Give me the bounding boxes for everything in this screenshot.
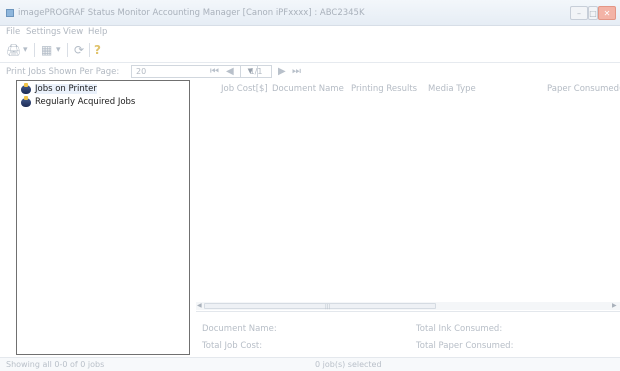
scrollbar-thumb[interactable]: ||| bbox=[204, 303, 436, 310]
last-page-icon[interactable]: ⏭ bbox=[292, 66, 301, 77]
column-header-printing-results[interactable]: Printing Results bbox=[351, 84, 417, 94]
printer-icon[interactable]: 🖨 bbox=[6, 42, 21, 58]
toolbar-separator bbox=[67, 43, 68, 57]
page-indicator-text: 1/1 bbox=[249, 67, 263, 76]
toolbar-separator bbox=[89, 43, 90, 57]
toolbar-separator bbox=[34, 43, 35, 57]
status-selection-count: 0 job(s) selected bbox=[315, 360, 382, 369]
total-ink-consumed-label: Total Ink Consumed: bbox=[416, 324, 503, 334]
job-details-panel: Document Name: Total Job Cost: Total Ink… bbox=[196, 311, 620, 355]
menu-help[interactable]: Help bbox=[88, 27, 107, 37]
app-icon bbox=[6, 9, 14, 17]
table-header: Job Cost[$] Document Name Printing Resul… bbox=[196, 80, 620, 96]
menu-settings[interactable]: Settings bbox=[26, 27, 61, 37]
prev-page-icon[interactable]: ◀ bbox=[226, 66, 234, 77]
menu-file[interactable]: File bbox=[6, 27, 20, 37]
document-name-label: Document Name: bbox=[202, 324, 277, 334]
first-page-icon[interactable]: ⏮ bbox=[210, 66, 219, 77]
total-paper-consumed-label: Total Paper Consumed: bbox=[416, 341, 514, 351]
page-indicator[interactable]: 1/1 bbox=[240, 65, 272, 78]
horizontal-scrollbar[interactable]: ◀ ||| ▶ bbox=[196, 302, 620, 310]
toolbar: 🖨 ▾ ▦ ▾ ⟳ ? bbox=[0, 39, 620, 61]
per-page-select[interactable]: 20 ▼ bbox=[131, 65, 258, 78]
printer-icon bbox=[21, 83, 31, 94]
dropdown-arrow-icon[interactable]: ▾ bbox=[23, 42, 28, 58]
close-button[interactable]: ✕ bbox=[598, 6, 616, 20]
tree-item-label: Regularly Acquired Jobs bbox=[35, 97, 136, 107]
maximize-icon: □ bbox=[589, 9, 597, 18]
refresh-icon[interactable]: ⟳ bbox=[74, 42, 84, 58]
jobs-table: Job Cost[$] Document Name Printing Resul… bbox=[196, 80, 620, 310]
window-title: imagePROGRAF Status Monitor Accounting M… bbox=[18, 8, 365, 18]
tree-item-label: Jobs on Printer bbox=[35, 84, 97, 94]
grip-icon: ||| bbox=[325, 304, 331, 310]
total-job-cost-label: Total Job Cost: bbox=[202, 341, 263, 351]
calendar-icon[interactable]: ▦ bbox=[41, 42, 52, 58]
column-header-media-type[interactable]: Media Type bbox=[428, 84, 476, 94]
per-page-value: 20 bbox=[136, 67, 147, 76]
dropdown-arrow-icon[interactable]: ▾ bbox=[56, 42, 61, 58]
menu-view[interactable]: View bbox=[63, 27, 83, 37]
pager-bar: Print Jobs Shown Per Page: 20 ▼ ⏮ ◀ 1/1 … bbox=[0, 62, 620, 80]
column-header-paper-consumed[interactable]: Paper Consumed(m bbox=[547, 84, 620, 94]
minimize-icon: – bbox=[577, 9, 581, 18]
minimize-button[interactable]: – bbox=[570, 6, 588, 20]
column-header-document-name[interactable]: Document Name bbox=[272, 84, 344, 94]
scroll-right-icon[interactable]: ▶ bbox=[612, 302, 617, 310]
help-icon[interactable]: ? bbox=[94, 42, 101, 58]
next-page-icon[interactable]: ▶ bbox=[278, 66, 286, 77]
menu-bar: File Settings View Help bbox=[0, 26, 620, 39]
printer-icon bbox=[21, 96, 31, 107]
per-page-label: Print Jobs Shown Per Page: bbox=[6, 67, 120, 77]
maximize-button[interactable]: □ bbox=[588, 6, 598, 20]
close-icon: ✕ bbox=[603, 9, 611, 18]
status-job-count: Showing all 0-0 of 0 jobs bbox=[6, 360, 105, 369]
status-bar: Showing all 0-0 of 0 jobs 0 job(s) selec… bbox=[0, 357, 620, 371]
title-bar: imagePROGRAF Status Monitor Accounting M… bbox=[0, 0, 620, 26]
job-tree: Jobs on Printer Regularly Acquired Jobs bbox=[16, 80, 190, 355]
column-header-job-cost[interactable]: Job Cost[$] bbox=[221, 84, 268, 94]
scroll-left-icon[interactable]: ◀ bbox=[197, 302, 202, 310]
